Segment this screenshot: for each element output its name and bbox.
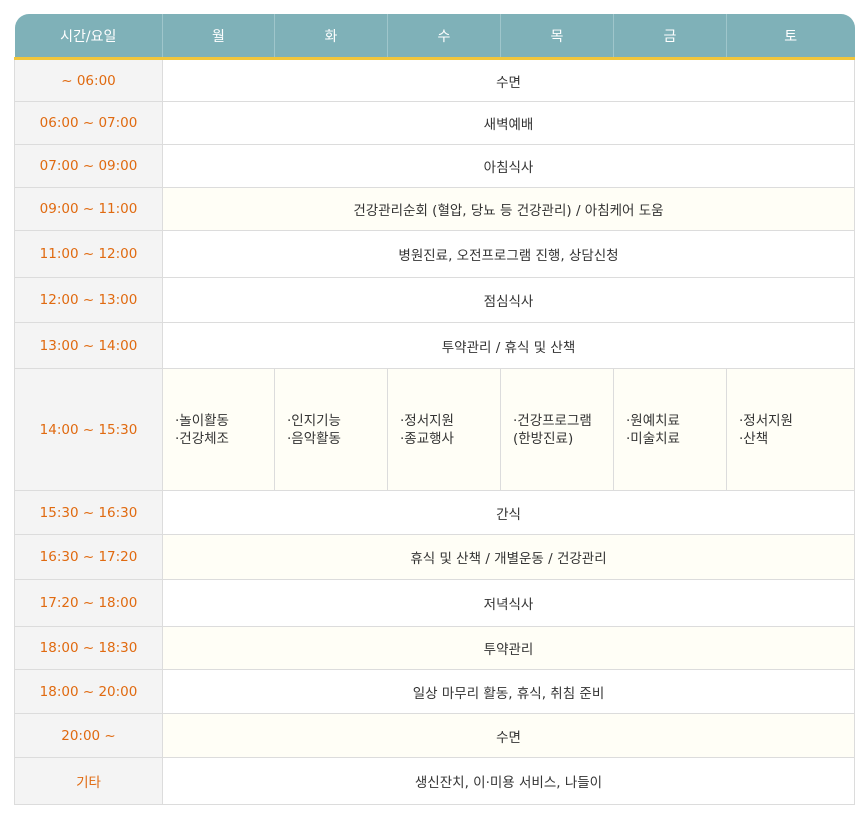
header-day-mon: 월 xyxy=(162,14,275,60)
activity-cell: 투약관리 xyxy=(162,626,855,670)
table-row: 14:00 ~ 15:30 ·놀이활동 ·건강체조 ·인지기능 ·음악활동 ·정서지… xyxy=(14,368,855,491)
activity-cell: 건강관리순회 (혈압, 당뇨 등 건강관리) / 아침케어 도움 xyxy=(162,187,855,231)
time-cell: 17:20 ~ 18:00 xyxy=(14,579,163,627)
time-cell: 15:30 ~ 16:30 xyxy=(14,490,163,535)
table-row: 20:00 ~ 수면 xyxy=(14,713,855,758)
program-cell-thu: ·건강프로그램 (한방진료) xyxy=(500,368,614,491)
table-row: 17:20 ~ 18:00 저녁식사 xyxy=(14,579,855,627)
table-row: 06:00 ~ 07:00 새벽예배 xyxy=(14,101,855,145)
header-day-tue: 화 xyxy=(274,14,388,60)
header-time: 시간/요일 xyxy=(14,14,163,60)
table-row: 기타 생신잔치, 이·미용 서비스, 나들이 xyxy=(14,757,855,805)
header-day-fri: 금 xyxy=(613,14,727,60)
time-cell: 18:00 ~ 20:00 xyxy=(14,669,163,714)
time-cell: 기타 xyxy=(14,757,163,805)
table-row: 09:00 ~ 11:00 건강관리순회 (혈압, 당뇨 등 건강관리) / 아… xyxy=(14,187,855,231)
time-cell: ~ 06:00 xyxy=(14,58,163,102)
table-row: ~ 06:00 수면 xyxy=(14,58,855,102)
activity-cell: 투약관리 / 휴식 및 산책 xyxy=(162,322,855,369)
table-row: 18:00 ~ 20:00 일상 마무리 활동, 휴식, 취침 준비 xyxy=(14,669,855,714)
activity-cell: 간식 xyxy=(162,490,855,535)
program-cell-wed: ·정서지원 ·종교행사 xyxy=(387,368,501,491)
table-row: 16:30 ~ 17:20 휴식 및 산책 / 개별운동 / 건강관리 xyxy=(14,534,855,580)
activity-cell: 수면 xyxy=(162,58,855,102)
table-row: 18:00 ~ 18:30 투약관리 xyxy=(14,626,855,670)
activity-cell: 휴식 및 산책 / 개별운동 / 건강관리 xyxy=(162,534,855,580)
activity-cell: 일상 마무리 활동, 휴식, 취침 준비 xyxy=(162,669,855,714)
table-row: 11:00 ~ 12:00 병원진료, 오전프로그램 진행, 상담신청 xyxy=(14,230,855,278)
header-day-wed: 수 xyxy=(387,14,501,60)
header-row: 시간/요일 월 화 수 목 금 토 xyxy=(14,14,855,60)
time-cell: 13:00 ~ 14:00 xyxy=(14,322,163,369)
time-cell: 20:00 ~ xyxy=(14,713,163,758)
activity-cell: 생신잔치, 이·미용 서비스, 나들이 xyxy=(162,757,855,805)
table-row: 12:00 ~ 13:00 점심식사 xyxy=(14,277,855,323)
header-day-thu: 목 xyxy=(500,14,614,60)
activity-cell: 점심식사 xyxy=(162,277,855,323)
time-cell: 09:00 ~ 11:00 xyxy=(14,187,163,231)
activity-cell: 저녁식사 xyxy=(162,579,855,627)
table-row: 15:30 ~ 16:30 간식 xyxy=(14,490,855,535)
time-cell: 06:00 ~ 07:00 xyxy=(14,101,163,145)
schedule-table: 시간/요일 월 화 수 목 금 토 ~ 06:00 수면 06:00 ~ 07:… xyxy=(14,14,855,805)
time-cell: 07:00 ~ 09:00 xyxy=(14,144,163,188)
time-cell: 11:00 ~ 12:00 xyxy=(14,230,163,278)
header-day-sat: 토 xyxy=(726,14,855,60)
schedule-container: 시간/요일 월 화 수 목 금 토 ~ 06:00 수면 06:00 ~ 07:… xyxy=(14,14,855,805)
activity-cell: 병원진료, 오전프로그램 진행, 상담신청 xyxy=(162,230,855,278)
time-cell: 14:00 ~ 15:30 xyxy=(14,368,163,491)
activity-cell: 아침식사 xyxy=(162,144,855,188)
activity-cell: 수면 xyxy=(162,713,855,758)
program-cell-tue: ·인지기능 ·음악활동 xyxy=(274,368,388,491)
program-cell-mon: ·놀이활동 ·건강체조 xyxy=(162,368,275,491)
table-row: 07:00 ~ 09:00 아침식사 xyxy=(14,144,855,188)
time-cell: 12:00 ~ 13:00 xyxy=(14,277,163,323)
program-cell-sat: ·정서지원 ·산책 xyxy=(726,368,855,491)
time-cell: 18:00 ~ 18:30 xyxy=(14,626,163,670)
activity-cell: 새벽예배 xyxy=(162,101,855,145)
table-row: 13:00 ~ 14:00 투약관리 / 휴식 및 산책 xyxy=(14,322,855,369)
program-cell-fri: ·원예치료 ·미술치료 xyxy=(613,368,727,491)
time-cell: 16:30 ~ 17:20 xyxy=(14,534,163,580)
